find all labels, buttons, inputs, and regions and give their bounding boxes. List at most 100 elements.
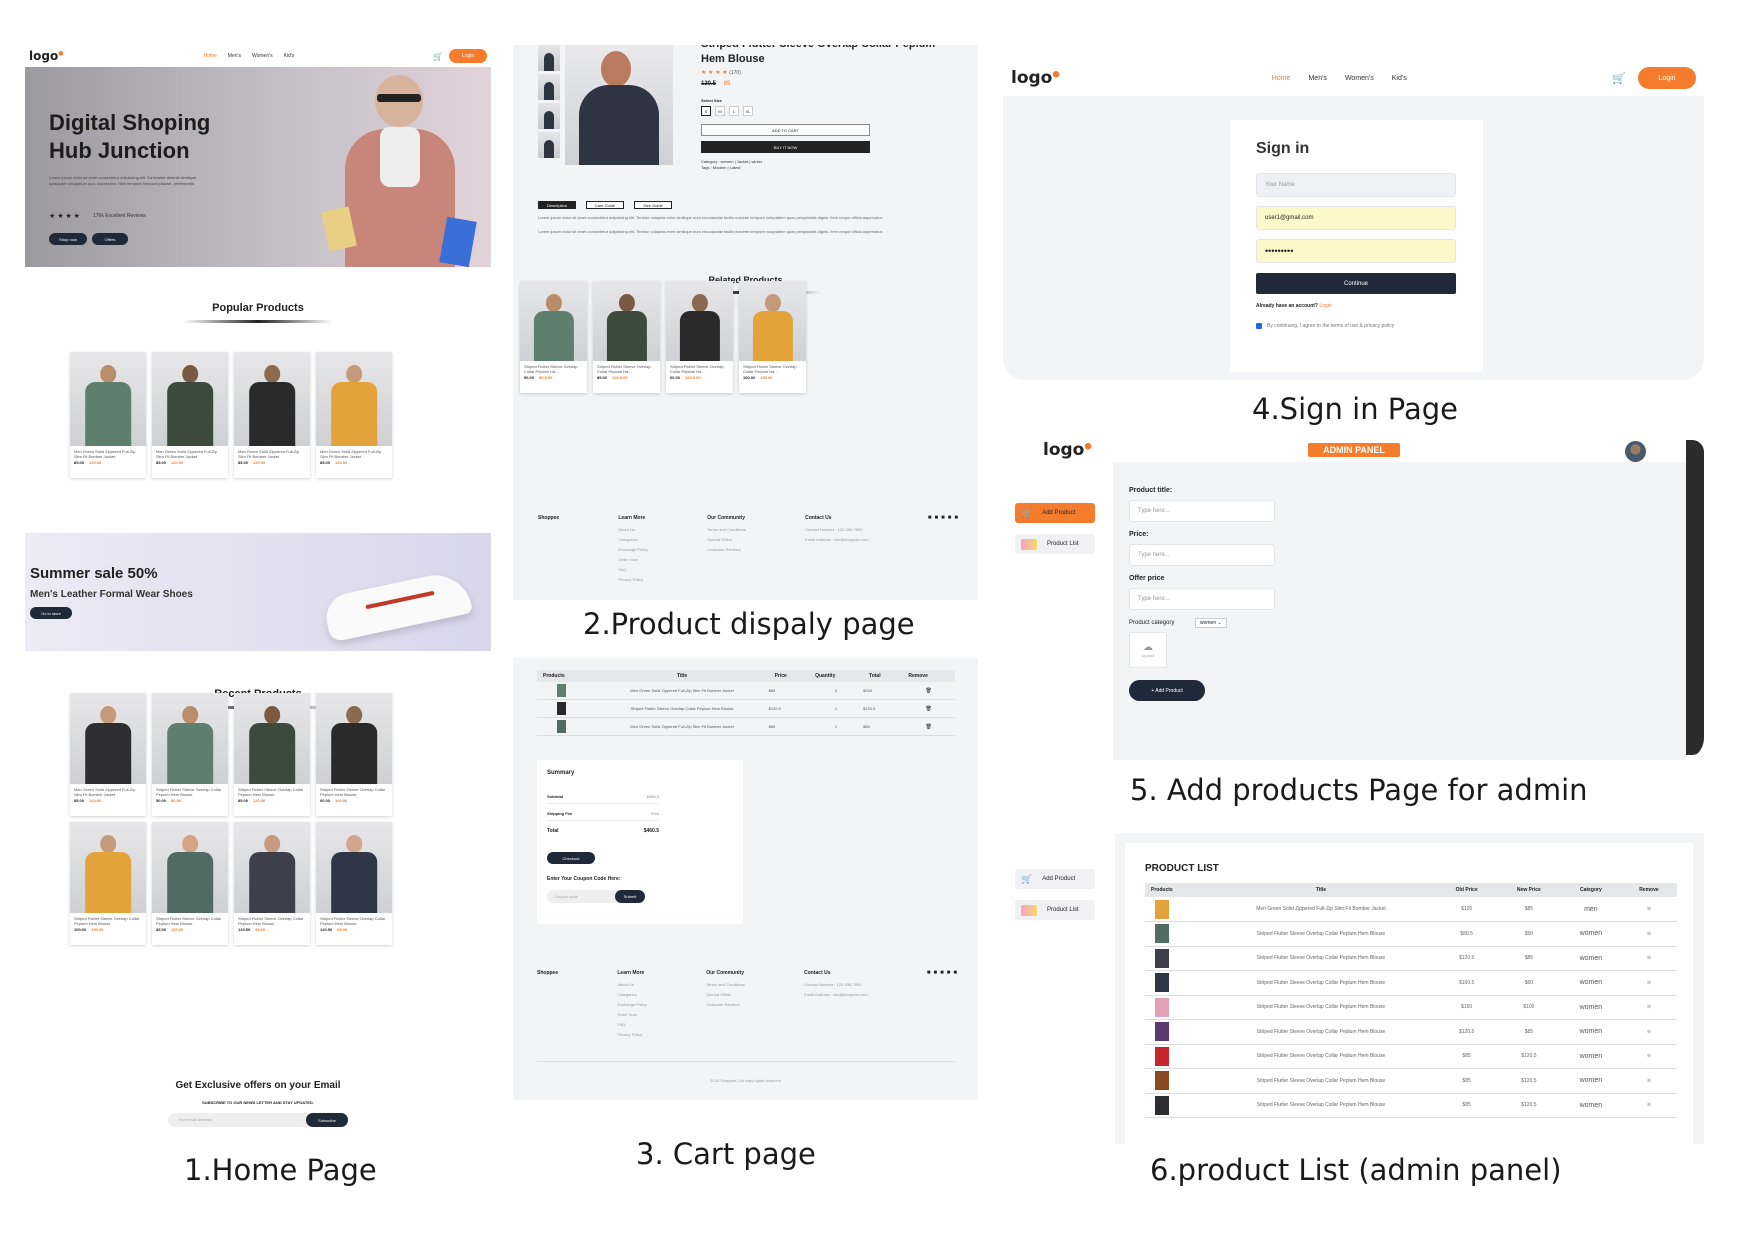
name-input[interactable]: Your Name — [1256, 173, 1456, 197]
facebook-icon[interactable]: ■ — [927, 970, 931, 1042]
linkedin-icon[interactable]: ■ — [953, 970, 957, 1042]
youtube-icon[interactable]: ■ — [948, 515, 952, 587]
sidebar-product-list[interactable]: Product List — [1015, 900, 1095, 920]
go-to-store-button[interactable]: Go to store — [30, 607, 72, 619]
coupon-input[interactable]: Coupon code — [554, 894, 578, 899]
product-card[interactable]: Striped Flutter Sleeve Overlap Collar Pe… — [316, 693, 392, 816]
cart-icon[interactable]: 🛒 — [1612, 72, 1626, 85]
newsletter-email-input[interactable]: Your email address — [178, 1117, 212, 1122]
admin-avatar[interactable] — [1625, 441, 1646, 462]
footer-link[interactable]: Order Now — [617, 1012, 647, 1017]
thumbnail-image[interactable] — [538, 45, 560, 71]
nav-item-kids[interactable]: Kid's — [284, 53, 295, 59]
product-card[interactable]: Men Green Solid Zippered Full-Zip Slim F… — [70, 693, 146, 816]
sidebar-product-list[interactable]: Product List — [1015, 534, 1095, 554]
footer-link[interactable]: About Us — [617, 982, 647, 987]
footer-link[interactable]: Customer Reviews — [707, 547, 746, 552]
remove-icon[interactable]: ⊗ — [1621, 1093, 1677, 1118]
footer-link[interactable]: FAQ — [617, 1022, 647, 1027]
password-input[interactable]: ••••••••• — [1256, 239, 1456, 263]
login-link[interactable]: Login — [1319, 303, 1331, 309]
category-select[interactable]: women ⌄ — [1195, 618, 1227, 628]
twitter-icon[interactable]: ■ — [941, 515, 945, 587]
continue-button[interactable]: Continue — [1256, 273, 1456, 294]
trash-icon[interactable]: 🗑 — [902, 682, 955, 700]
offer-price-input[interactable]: Type here... — [1129, 588, 1275, 610]
size-option-l[interactable]: L — [729, 106, 739, 116]
tab-size-guide[interactable]: Size Guide — [634, 201, 672, 209]
remove-icon[interactable]: ⊗ — [1621, 946, 1677, 971]
price-input[interactable]: Type here... — [1129, 544, 1275, 566]
login-button[interactable]: Login — [1638, 67, 1696, 89]
footer-link[interactable]: Special Offers — [706, 992, 745, 997]
logo[interactable]: logo● — [29, 49, 63, 63]
cart-quantity[interactable]: 1 — [809, 718, 863, 736]
nav-item-home[interactable]: Home — [203, 53, 216, 59]
size-option-m[interactable]: M — [715, 106, 725, 116]
footer-link[interactable]: Terms and Conditions — [707, 527, 746, 532]
add-product-button[interactable]: + Add Product — [1129, 680, 1205, 701]
nav-item-mens[interactable]: Men's — [1308, 75, 1326, 82]
admin-logo[interactable]: logo● — [1043, 440, 1092, 460]
add-to-cart-button[interactable]: ADD TO CART — [701, 124, 870, 136]
product-card[interactable]: Men Green Solid Zippered Full-Zip Slim F… — [316, 352, 392, 478]
nav-item-womens[interactable]: Women's — [1345, 75, 1374, 82]
tab-care-guide[interactable]: Care Guide — [586, 201, 624, 209]
login-button[interactable]: Login — [449, 49, 487, 63]
cart-quantity[interactable]: 3 — [809, 682, 863, 700]
nav-item-womens[interactable]: Women's — [252, 53, 273, 59]
product-card[interactable]: Striped Flutter Sleeve Overlap Collar Pe… — [739, 281, 806, 393]
footer-link[interactable]: Exchange Policy — [618, 547, 648, 552]
trash-icon[interactable]: 🗑 — [902, 700, 955, 718]
offers-button[interactable]: Offers — [92, 233, 128, 245]
footer-link[interactable]: Order Now — [618, 557, 648, 562]
twitter-icon[interactable]: ■ — [940, 970, 944, 1042]
product-card[interactable]: Men Green Solid Zippered Full-Zip Slim F… — [70, 352, 146, 478]
product-card[interactable]: Striped Flutter Sleeve Overlap Collar Pe… — [316, 822, 392, 945]
logo[interactable]: logo● — [1011, 68, 1060, 88]
youtube-icon[interactable]: ■ — [947, 970, 951, 1042]
remove-icon[interactable]: ⊗ — [1621, 922, 1677, 947]
buy-now-button[interactable]: BUY IT NOW — [701, 141, 870, 153]
footer-link[interactable]: Categories — [617, 992, 647, 997]
product-card[interactable]: Striped Flutter Sleeve Overlap Collar Pe… — [234, 693, 310, 816]
product-title-input[interactable]: Type here... — [1129, 500, 1275, 522]
footer-link[interactable]: Terms and Conditions — [706, 982, 745, 987]
nav-item-kids[interactable]: Kid's — [1392, 75, 1407, 82]
product-card[interactable]: Striped Flutter Sleeve Overlap Collar Pe… — [593, 281, 660, 393]
footer-link[interactable]: About Us — [618, 527, 648, 532]
cart-icon[interactable]: 🛒 — [433, 52, 443, 61]
footer-link[interactable]: Exchange Policy — [617, 1002, 647, 1007]
cart-quantity[interactable]: 1 — [809, 700, 863, 718]
size-option-s[interactable]: S — [701, 106, 711, 116]
instagram-icon[interactable]: ■ — [933, 970, 937, 1042]
remove-icon[interactable]: ⊗ — [1621, 1020, 1677, 1045]
product-card[interactable]: Striped Flutter Sleeve Overlap Collar Pe… — [70, 822, 146, 945]
checkout-button[interactable]: Checkout — [547, 852, 595, 864]
tab-description[interactable]: Description — [538, 201, 576, 209]
size-option-xl[interactable]: XL — [743, 106, 753, 116]
thumbnail-image[interactable] — [538, 103, 560, 129]
product-card[interactable]: Striped Flutter Sleeve Overlap Collar Pe… — [666, 281, 733, 393]
facebook-icon[interactable]: ■ — [928, 515, 932, 587]
sidebar-add-product[interactable]: 🛒 Add Product — [1015, 503, 1095, 523]
remove-icon[interactable]: ⊗ — [1621, 971, 1677, 996]
product-card[interactable]: Striped Flutter Sleeve Overlap Collar Pe… — [152, 693, 228, 816]
instagram-icon[interactable]: ■ — [934, 515, 938, 587]
subscribe-button[interactable]: Subscribe — [306, 1113, 348, 1127]
footer-link[interactable]: Special Offers — [707, 537, 746, 542]
coupon-submit-button[interactable]: Submit — [615, 890, 645, 903]
nav-item-home[interactable]: Home — [1272, 75, 1291, 82]
upload-area[interactable]: ☁ Upload — [1129, 632, 1167, 668]
trash-icon[interactable]: 🗑 — [902, 718, 955, 736]
footer-link[interactable]: FAQ — [618, 567, 648, 572]
email-input[interactable]: user1@gmail.com — [1256, 206, 1456, 230]
agree-checkbox[interactable] — [1256, 323, 1262, 329]
remove-icon[interactable]: ⊗ — [1621, 995, 1677, 1020]
thumbnail-image[interactable] — [538, 74, 560, 100]
footer-link[interactable]: Privacy Policy — [618, 577, 648, 582]
product-card[interactable]: Men Green Solid Zippered Full-Zip Slim F… — [234, 352, 310, 478]
remove-icon[interactable]: ⊗ — [1621, 897, 1677, 922]
product-card[interactable]: Striped Flutter Sleeve Overlap Collar Pe… — [152, 822, 228, 945]
linkedin-icon[interactable]: ■ — [954, 515, 958, 587]
